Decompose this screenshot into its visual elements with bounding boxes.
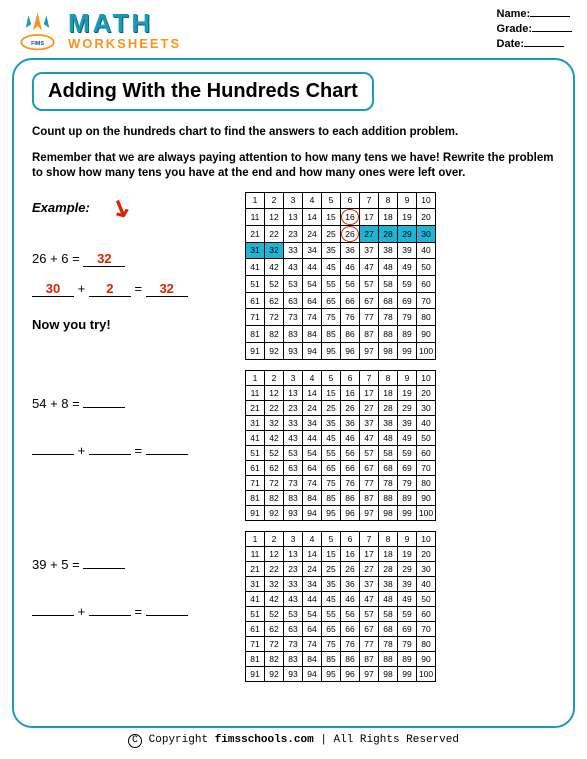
hundreds-chart-example: 1234567891011121314151617181920212223242…: [245, 192, 436, 360]
instruction-2: Remember that we are always paying atten…: [32, 151, 555, 182]
hundreds-chart-1: 1234567891011121314151617181920212223242…: [245, 370, 436, 521]
footer: C Copyright fimsschools.com | All Rights…: [0, 734, 587, 748]
ex-sum: 32: [146, 281, 188, 297]
ex-ones: 2: [89, 281, 131, 297]
site-link[interactable]: fimsschools.com: [215, 734, 314, 746]
p1-tens-input[interactable]: [32, 454, 74, 455]
worksheets-title: WORKSHEETS: [68, 36, 489, 51]
date-input[interactable]: [524, 46, 564, 47]
p1-answer-input[interactable]: [83, 407, 125, 408]
equals-sign: =: [134, 281, 142, 296]
problem-1-row: 54 + 8 = + = 123456789101112131415161718…: [32, 370, 555, 521]
ex-tens: 30: [32, 281, 74, 297]
rights-text: | All Rights Reserved: [320, 734, 459, 746]
p2-sum-input[interactable]: [146, 615, 188, 616]
p1-ones-input[interactable]: [89, 454, 131, 455]
example-row: Example: ↘ 26 + 6 = 32 30 + 2 = 32 Now yo…: [32, 192, 555, 360]
p1-sum-input[interactable]: [146, 454, 188, 455]
copyright-icon: C: [128, 734, 142, 748]
p2-ones-input[interactable]: [89, 615, 131, 616]
hundreds-chart-2: 1234567891011121314151617181920212223242…: [245, 531, 436, 682]
name-label: Name:: [497, 8, 531, 20]
p1-problem: 54 + 8 =: [32, 396, 80, 411]
p2-tens-input[interactable]: [32, 615, 74, 616]
example-label: Example:: [32, 200, 90, 215]
p2-problem: 39 + 5 =: [32, 557, 80, 572]
try-label: Now you try!: [32, 317, 227, 332]
svg-text:FIMS: FIMS: [31, 41, 44, 47]
fims-logo: FIMS: [15, 8, 60, 53]
main-content: Adding With the Hundreds Chart Count up …: [12, 58, 575, 728]
ex-problem: 26 + 6 =: [32, 251, 80, 266]
p2-answer-input[interactable]: [83, 568, 125, 569]
arrow-icon: ↘: [104, 189, 133, 225]
grade-input[interactable]: [532, 31, 572, 32]
problem-2-row: 39 + 5 = + = 123456789101112131415161718…: [32, 531, 555, 682]
copyright-text: Copyright: [149, 734, 208, 746]
date-label: Date:: [497, 38, 525, 50]
page-title: Adding With the Hundreds Chart: [32, 72, 374, 111]
info-fields: Name: Grade: Date:: [497, 8, 572, 53]
plus-sign: +: [78, 281, 86, 296]
grade-label: Grade:: [497, 23, 532, 35]
ex-answer: 32: [83, 251, 125, 267]
math-title: MATH: [68, 8, 489, 39]
header: FIMS MATH WORKSHEETS Name: Grade: Date:: [0, 0, 587, 53]
title-block: MATH WORKSHEETS: [68, 8, 489, 51]
instruction-1: Count up on the hundreds chart to find t…: [32, 125, 555, 141]
name-input[interactable]: [530, 16, 570, 17]
